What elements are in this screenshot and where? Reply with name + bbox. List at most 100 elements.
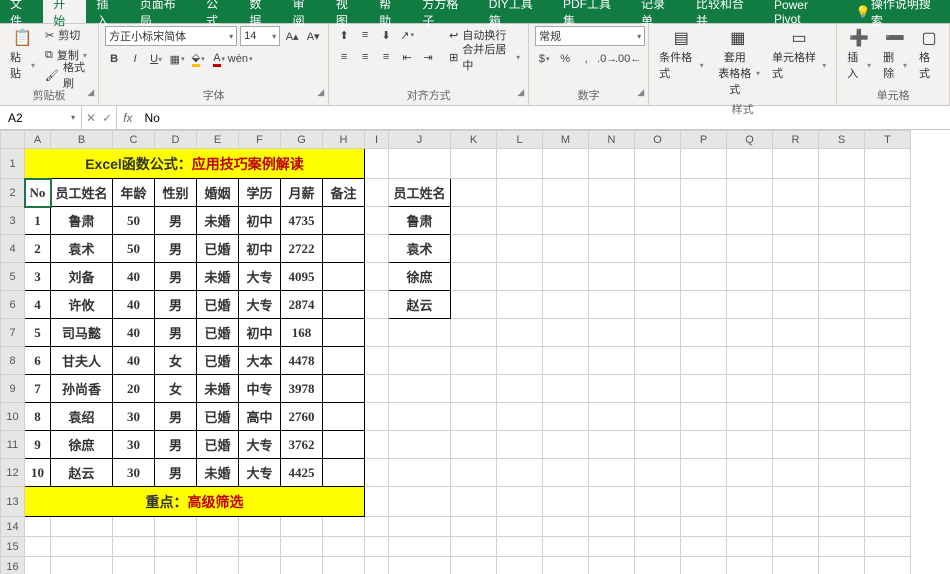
cell[interactable] [865,459,911,487]
table-cell[interactable]: 刘备 [51,263,113,291]
cell[interactable] [543,235,589,263]
table-cell[interactable]: 10 [25,459,51,487]
number-format-select[interactable]: 常规▾ [535,26,645,46]
cell[interactable] [451,263,497,291]
cell[interactable] [451,319,497,347]
table-cell[interactable]: 男 [155,207,197,235]
cell[interactable] [773,487,819,517]
cell[interactable] [155,517,197,537]
cell[interactable] [497,557,543,574]
table-cell[interactable]: 6 [25,347,51,375]
cell[interactable] [727,263,773,291]
table-cell[interactable]: 1 [25,207,51,235]
bold-button[interactable]: B [105,50,123,68]
cell[interactable] [51,557,113,574]
cell[interactable] [451,347,497,375]
table-cell[interactable]: 徐庶 [51,431,113,459]
align-middle-button[interactable]: ≡ [356,26,374,44]
cell[interactable] [681,557,727,574]
shrink-font-button[interactable]: A▾ [304,27,322,45]
comma-button[interactable]: , [577,50,595,68]
cell[interactable] [113,517,155,537]
cell[interactable] [497,179,543,207]
cell[interactable] [497,235,543,263]
cell[interactable] [25,537,51,557]
cell[interactable] [681,517,727,537]
row-header[interactable]: 12 [1,459,25,487]
row-header[interactable]: 5 [1,263,25,291]
cell[interactable] [451,557,497,574]
cell[interactable] [819,537,865,557]
cell[interactable] [773,207,819,235]
cell[interactable] [451,235,497,263]
cell[interactable] [727,557,773,574]
cell[interactable] [451,517,497,537]
cell[interactable] [681,207,727,235]
cell[interactable] [451,375,497,403]
col-header-I[interactable]: I [365,131,389,149]
cell[interactable] [819,431,865,459]
col-header-F[interactable]: F [239,131,281,149]
delete-cells-button[interactable]: ➖删除▾ [879,26,911,83]
cell[interactable] [635,431,681,459]
align-center-button[interactable]: ≡ [356,48,374,66]
dialog-launcher-icon[interactable]: ◢ [317,87,324,98]
cell[interactable] [681,319,727,347]
cell[interactable] [543,319,589,347]
table-cell[interactable]: 未婚 [197,375,239,403]
fx-button[interactable]: fx [117,106,138,129]
cell[interactable] [773,149,819,179]
table-cell[interactable]: 2 [25,235,51,263]
table-cell[interactable]: 大专 [239,459,281,487]
col-header-D[interactable]: D [155,131,197,149]
cell[interactable] [113,537,155,557]
cell[interactable] [773,319,819,347]
cell[interactable] [543,557,589,574]
cell[interactable] [589,431,635,459]
table-cell[interactable]: 袁绍 [51,403,113,431]
cell[interactable] [589,375,635,403]
cell[interactable] [589,207,635,235]
cell[interactable] [543,517,589,537]
cell[interactable] [51,517,113,537]
cell[interactable] [865,537,911,557]
cell[interactable] [543,179,589,207]
cell[interactable] [819,207,865,235]
cell[interactable] [497,403,543,431]
dialog-launcher-icon[interactable]: ◢ [637,87,644,98]
table-cell[interactable]: 40 [113,319,155,347]
row-header[interactable]: 2 [1,179,25,207]
row-header[interactable]: 1 [1,149,25,179]
table-cell[interactable]: 未婚 [197,263,239,291]
cell[interactable] [51,537,113,557]
table-cell[interactable] [323,263,365,291]
cell[interactable] [681,459,727,487]
cell[interactable] [589,459,635,487]
cell[interactable] [727,179,773,207]
cell[interactable] [865,487,911,517]
cell[interactable] [25,517,51,537]
cell[interactable] [155,557,197,574]
tab-10[interactable]: PDF工具集 [553,0,631,23]
cell[interactable] [865,263,911,291]
table-cell[interactable]: 2874 [281,291,323,319]
table-cell[interactable]: 女 [155,347,197,375]
col-header-S[interactable]: S [819,131,865,149]
tab-5[interactable]: 审阅 [283,0,326,23]
cell[interactable] [681,403,727,431]
cell[interactable] [497,537,543,557]
table-cell[interactable]: 4 [25,291,51,319]
dialog-launcher-icon[interactable]: ◢ [517,87,524,98]
table-cell[interactable]: 男 [155,319,197,347]
table-cell[interactable]: 4095 [281,263,323,291]
col-header-A[interactable]: A [25,131,51,149]
table-cell[interactable]: 大专 [239,291,281,319]
table-cell[interactable] [323,291,365,319]
cell[interactable] [589,487,635,517]
cell[interactable] [281,557,323,574]
cell[interactable] [281,537,323,557]
table-header[interactable]: 学历 [239,179,281,207]
table-header[interactable]: 员工姓名 [51,179,113,207]
cell[interactable] [451,487,497,517]
cell[interactable] [497,319,543,347]
